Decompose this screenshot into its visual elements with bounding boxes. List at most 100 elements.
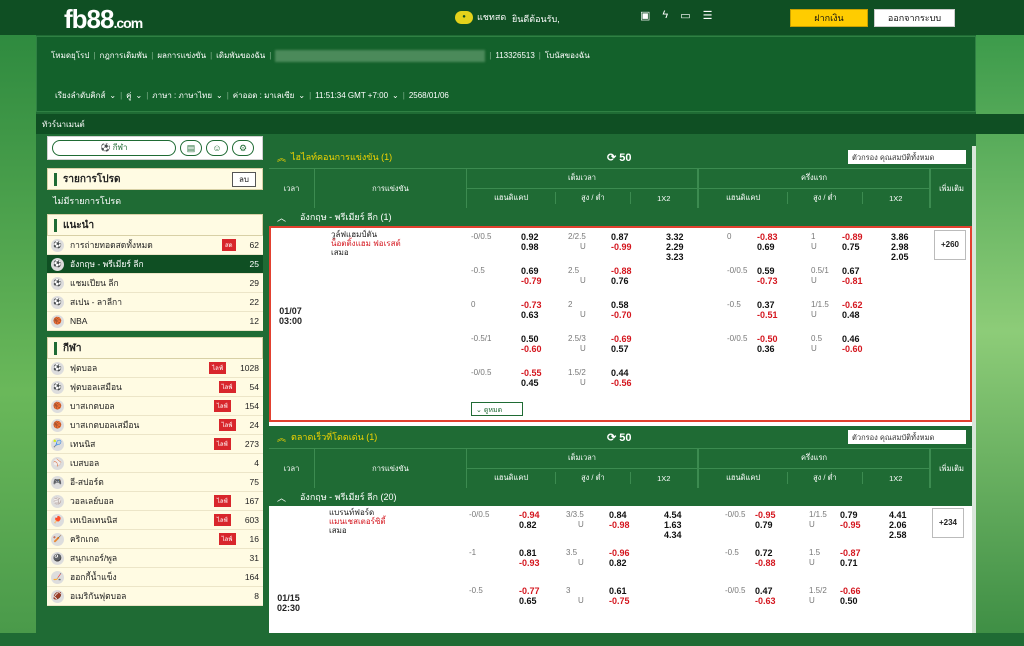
odds-cell[interactable]: -0.62: [842, 300, 863, 310]
odds-cell[interactable]: -0.93: [519, 558, 540, 568]
odds-cell[interactable]: 0.81: [519, 548, 537, 558]
sidebar-item[interactable]: 🎱 สนุกเกอร์/พูล 31: [47, 549, 263, 568]
odds-cell[interactable]: 3.86: [891, 232, 909, 242]
odds-cell[interactable]: -0.99: [611, 242, 632, 252]
more-markets-button[interactable]: +260: [934, 230, 966, 260]
odds-cell[interactable]: 3.23: [666, 252, 684, 262]
odds-cell[interactable]: -0.81: [842, 276, 863, 286]
pair-select[interactable]: คู่: [126, 89, 131, 102]
nav-bonus[interactable]: โบนัสของฉัน: [545, 49, 590, 62]
away-team[interactable]: แมนเชสเตอร์ซิตี้: [329, 517, 386, 526]
odds-cell[interactable]: 0.79: [840, 510, 858, 520]
sort-select[interactable]: เรียงลำดับคิกส์: [55, 89, 105, 102]
odds-cell[interactable]: -0.96: [609, 548, 630, 558]
flash-icon[interactable]: ϟ: [662, 9, 668, 22]
sidebar-item[interactable]: 🏓 เทเบิลเทนนิส ไลฟ์ 603: [47, 511, 263, 530]
sidebar-item[interactable]: 🏒 ฮอกกี้น้ำแข็ง 164: [47, 568, 263, 587]
odds-cell[interactable]: 0.63: [521, 310, 539, 320]
odds-cell[interactable]: -0.69: [611, 334, 632, 344]
odds-cell[interactable]: 2.06: [889, 520, 907, 530]
sidebar-item[interactable]: ⚽ อังกฤษ - พรีเมียร์ ลีก 25: [47, 255, 263, 274]
odds-cell[interactable]: 4.34: [664, 530, 682, 540]
odds-cell[interactable]: -0.95: [840, 520, 861, 530]
odds-cell[interactable]: 0.58: [611, 300, 629, 310]
odds-cell[interactable]: 0.47: [755, 586, 773, 596]
odds-cell[interactable]: -0.88: [755, 558, 776, 568]
scrollbar[interactable]: [972, 146, 976, 633]
odds-cell[interactable]: 0.59: [757, 266, 775, 276]
nav-rules[interactable]: กฎการเดิมพัน: [99, 49, 147, 62]
odds-cell[interactable]: 0.37: [757, 300, 775, 310]
sidebar-item[interactable]: ⚽ แชมเปียน ลีก 29: [47, 274, 263, 293]
odds-cell[interactable]: -0.70: [611, 310, 632, 320]
odds-cell[interactable]: -0.73: [521, 300, 542, 310]
odds-cell[interactable]: -0.77: [519, 586, 540, 596]
toto-icon[interactable]: ▭: [680, 9, 690, 22]
odds-cell[interactable]: 0.84: [609, 510, 627, 520]
odds-cell[interactable]: 0.45: [521, 378, 539, 388]
odds-cell[interactable]: 4.54: [664, 510, 682, 520]
sidebar-item[interactable]: 🎮 อี-สปอร์ต 75: [47, 473, 263, 492]
odds-cell[interactable]: 0.69: [521, 266, 539, 276]
odds-cell[interactable]: 2.05: [891, 252, 909, 262]
odds-cell[interactable]: 4.41: [889, 510, 907, 520]
odds-cell[interactable]: 3.32: [666, 232, 684, 242]
odds-cell[interactable]: -0.60: [842, 344, 863, 354]
settings-icon[interactable]: ⚙: [232, 140, 254, 156]
odds-cell[interactable]: -0.83: [757, 232, 778, 242]
logo[interactable]: fb88.com: [64, 4, 143, 35]
odds-cell[interactable]: -0.89: [842, 232, 863, 242]
odds-cell[interactable]: 0.72: [755, 548, 773, 558]
league-row[interactable]: ︿ อังกฤษ - พรีเมียร์ ลีก (1): [269, 208, 972, 226]
collapse-icon[interactable]: ︽: [277, 151, 286, 164]
teams[interactable]: วูล์ฟแฮมป์ตัน น็อตติ้งแฮม ฟอเรสต์ เสมอ: [331, 230, 401, 257]
toggle-more-button[interactable]: ⌄ ดูหมด: [471, 402, 523, 416]
odds-cell[interactable]: 0.50: [840, 596, 858, 606]
language-select[interactable]: ภาษา : ภาษาไทย: [152, 89, 212, 102]
odds-cell[interactable]: 0.87: [611, 232, 629, 242]
sport-button[interactable]: ⚽ กีฬา: [52, 140, 176, 156]
sidebar-item[interactable]: ⚽ การถ่ายทอดสดทั้งหมด สด 62: [47, 236, 263, 255]
delete-favorites-button[interactable]: ลบ: [232, 171, 256, 187]
filter-select[interactable]: ตัวกรอง คุณสมบัติทั้งหมด: [848, 150, 966, 164]
betslip-icon[interactable]: ▤: [180, 140, 202, 156]
odds-cell[interactable]: -0.63: [755, 596, 776, 606]
filter-select[interactable]: ตัวกรอง คุณสมบัติทั้งหมด: [848, 430, 966, 444]
odds-select[interactable]: ค่าออด : มาเลเซีย: [233, 89, 295, 102]
deposit-button[interactable]: ฝากเงิน: [790, 9, 868, 27]
sidebar-item[interactable]: ⚽ ฟุตบอล ไลฟ์ 1028: [47, 359, 263, 378]
odds-cell[interactable]: 0.46: [842, 334, 860, 344]
odds-cell[interactable]: 0.57: [611, 344, 629, 354]
away-team[interactable]: น็อตติ้งแฮม ฟอเรสต์: [331, 239, 401, 248]
sidebar-item[interactable]: 🏀 NBA 12: [47, 312, 263, 331]
odds-cell[interactable]: -0.66: [840, 586, 861, 596]
collapse-icon[interactable]: ︽: [277, 431, 286, 444]
refresh-count[interactable]: ⟳ 50: [607, 151, 632, 164]
league-row[interactable]: ︿ อังกฤษ - พรีเมียร์ ลีก (20): [269, 488, 972, 506]
odds-cell[interactable]: 0.76: [611, 276, 629, 286]
user-icon[interactable]: ☺: [206, 140, 228, 156]
odds-cell[interactable]: 0.50: [521, 334, 539, 344]
live-chat-link[interactable]: ● แชทสด: [455, 10, 506, 24]
odds-cell[interactable]: 0.71: [840, 558, 858, 568]
odds-cell[interactable]: -0.98: [609, 520, 630, 530]
sidebar-item[interactable]: ⚾ เบสบอล 4: [47, 454, 263, 473]
odds-cell[interactable]: -0.55: [521, 368, 542, 378]
more-markets-button[interactable]: +234: [932, 508, 964, 538]
sidebar-item[interactable]: 🏏 คริกเกต ไลฟ์ 16: [47, 530, 263, 549]
odds-cell[interactable]: -0.87: [840, 548, 861, 558]
sidebar-item[interactable]: 🏐 วอลเลย์บอล ไลฟ์ 167: [47, 492, 263, 511]
sidebar-item[interactable]: 🏀 บาสเกตบอล ไลฟ์ 154: [47, 397, 263, 416]
odds-cell[interactable]: 0.36: [757, 344, 775, 354]
sidebar-item[interactable]: 🎾 เทนนิส ไลฟ์ 273: [47, 435, 263, 454]
odds-cell[interactable]: 2.98: [891, 242, 909, 252]
sidebar-item[interactable]: ⚽ สเปน - ลาลีกา 22: [47, 293, 263, 312]
odds-cell[interactable]: 0.44: [611, 368, 629, 378]
odds-cell[interactable]: 0.92: [521, 232, 539, 242]
odds-cell[interactable]: 2.29: [666, 242, 684, 252]
odds-cell[interactable]: 0.98: [521, 242, 539, 252]
odds-cell[interactable]: 0.75: [842, 242, 860, 252]
odds-cell[interactable]: 1.63: [664, 520, 682, 530]
sidebar-item[interactable]: 🏈 อเมริกันฟุตบอล 8: [47, 587, 263, 606]
odds-cell[interactable]: -0.88: [611, 266, 632, 276]
